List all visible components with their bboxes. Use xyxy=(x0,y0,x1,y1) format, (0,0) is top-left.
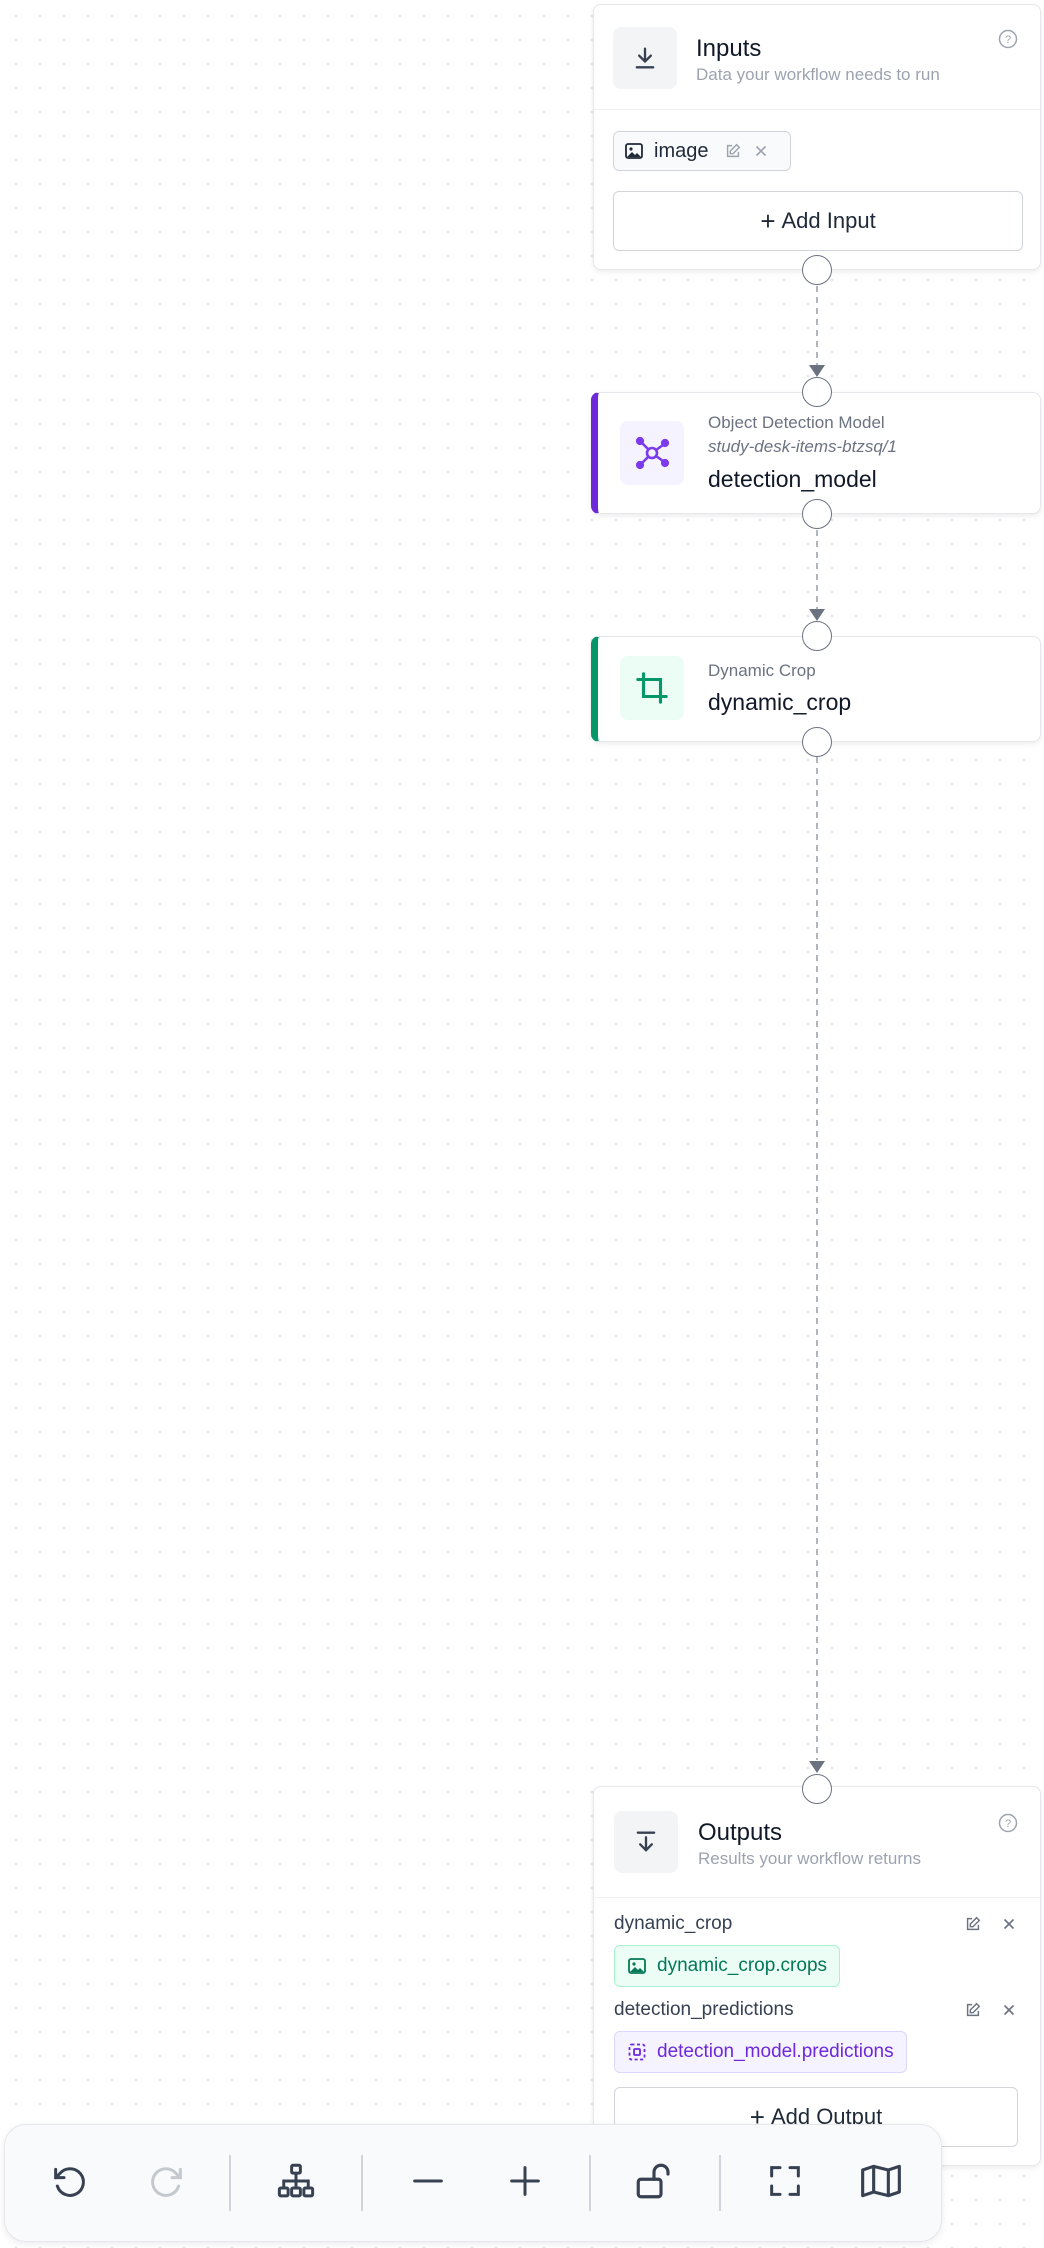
edge-arrowhead xyxy=(809,365,825,377)
output-selector-label: dynamic_crop.crops xyxy=(657,1955,828,1976)
collapse-down-icon xyxy=(614,1811,678,1873)
edit-icon[interactable] xyxy=(964,2001,982,2019)
toolbar-divider xyxy=(589,2155,591,2211)
step-type-label: Object Detection Model xyxy=(708,413,885,432)
output-actions xyxy=(964,2001,1018,2019)
zoom-in-icon[interactable] xyxy=(503,2159,547,2203)
crop-input-handle[interactable] xyxy=(802,621,832,651)
download-icon xyxy=(613,27,677,89)
image-icon xyxy=(627,1956,647,1976)
crop-output-handle[interactable] xyxy=(802,727,832,757)
add-input-label: Add Input xyxy=(781,208,876,233)
output-name-label: detection_predictions xyxy=(614,1999,794,2020)
input-chip-image[interactable]: image xyxy=(613,131,791,171)
fit-view-icon[interactable] xyxy=(763,2159,807,2203)
outputs-input-handle[interactable] xyxy=(802,1774,832,1804)
close-icon[interactable] xyxy=(1000,1915,1018,1933)
close-icon[interactable] xyxy=(1000,2001,1018,2019)
output-selector-label: detection_model.predictions xyxy=(657,2041,894,2062)
svg-text:?: ? xyxy=(1005,34,1011,46)
edit-icon[interactable] xyxy=(724,142,742,160)
image-icon xyxy=(624,141,644,161)
canvas-toolbar xyxy=(4,2124,942,2242)
crop-icon xyxy=(620,656,684,720)
add-input-button[interactable]: + Add Input xyxy=(613,191,1023,251)
inputs-title: Inputs xyxy=(696,35,762,62)
bounding-box-icon xyxy=(627,2042,647,2062)
detection-model-node[interactable]: Object Detection Model study-desk-items-… xyxy=(591,392,1041,514)
lock-icon[interactable] xyxy=(632,2159,676,2203)
step-name-label: detection_model xyxy=(708,466,877,492)
inputs-node[interactable]: Inputs Data your workflow needs to run ?… xyxy=(593,4,1041,270)
help-icon[interactable]: ? xyxy=(998,29,1018,49)
edge-arrowhead xyxy=(809,609,825,621)
inputs-subtitle: Data your workflow needs to run xyxy=(696,65,940,84)
network-icon xyxy=(620,421,684,485)
edit-icon[interactable] xyxy=(964,1915,982,1933)
toolbar-divider xyxy=(229,2155,231,2211)
inputs-header: Inputs Data your workflow needs to run ? xyxy=(594,5,1040,110)
outputs-subtitle: Results your workflow returns xyxy=(698,1849,921,1868)
output-selector-chip[interactable]: dynamic_crop.crops xyxy=(614,1945,841,1987)
step-name-label: dynamic_crop xyxy=(708,689,852,715)
detection-input-handle[interactable] xyxy=(802,377,832,407)
output-actions xyxy=(964,1915,1018,1933)
toolbar-divider xyxy=(719,2155,721,2211)
auto-layout-icon[interactable] xyxy=(274,2159,318,2203)
zoom-out-icon[interactable] xyxy=(406,2159,450,2203)
outputs-title: Outputs xyxy=(698,1819,783,1846)
help-icon[interactable]: ? xyxy=(998,1813,1018,1833)
redo-icon[interactable] xyxy=(145,2159,189,2203)
edge-arrowhead xyxy=(809,1761,825,1773)
plus-icon: + xyxy=(760,205,776,236)
model-id-label: study-desk-items-btzsq/1 xyxy=(708,437,897,456)
inputs-output-handle[interactable] xyxy=(802,255,832,285)
step-type-label: Dynamic Crop xyxy=(708,661,816,680)
input-chip-label: image xyxy=(654,139,709,162)
undo-icon[interactable] xyxy=(47,2159,91,2203)
output-selector-chip[interactable]: detection_model.predictions xyxy=(614,2031,907,2073)
close-icon[interactable] xyxy=(752,142,770,160)
outputs-node[interactable]: Outputs Results your workflow returns ? … xyxy=(593,1786,1041,2166)
detection-output-handle[interactable] xyxy=(802,499,832,529)
svg-text:?: ? xyxy=(1005,1818,1011,1830)
toolbar-divider xyxy=(361,2155,363,2211)
output-name-label: dynamic_crop xyxy=(614,1913,733,1934)
minimap-icon[interactable] xyxy=(859,2159,903,2203)
